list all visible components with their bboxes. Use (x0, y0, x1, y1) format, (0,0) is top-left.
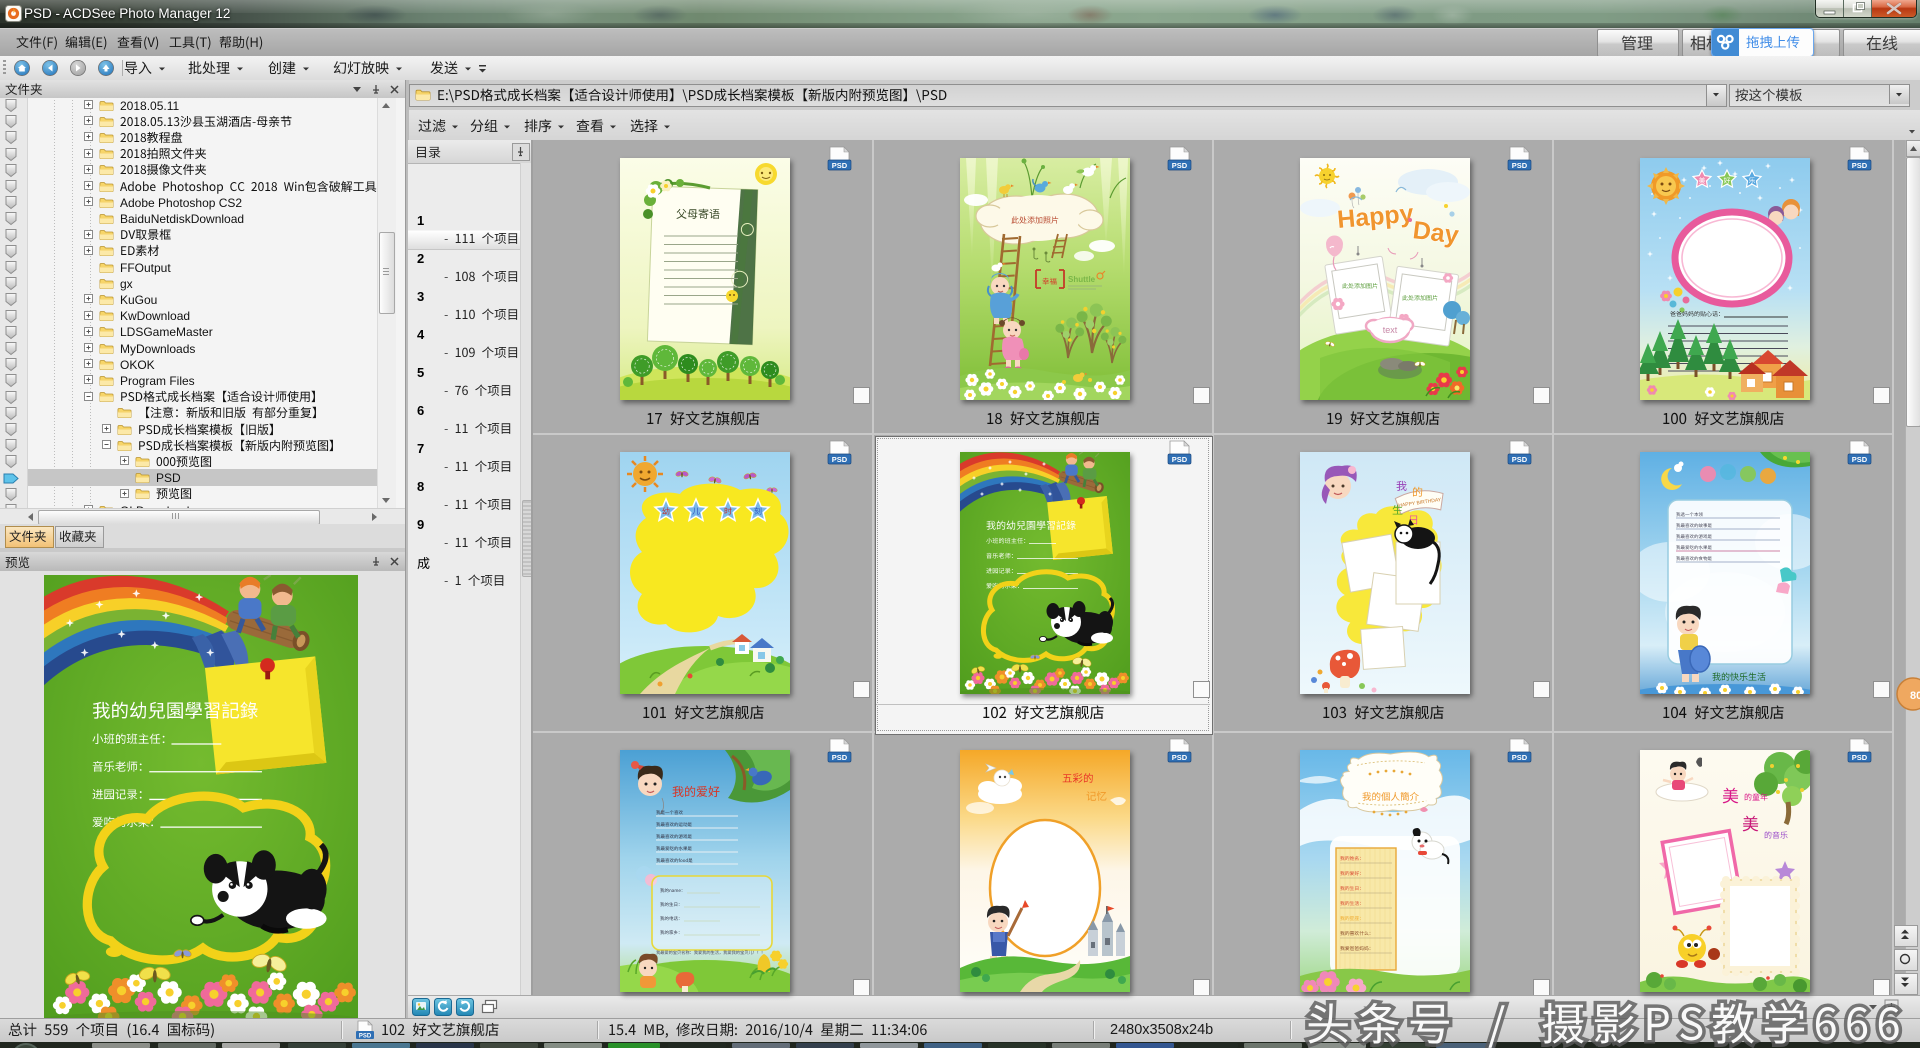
svg-text:PSD: PSD (1172, 753, 1188, 762)
svg-text:PSD: PSD (359, 1034, 372, 1040)
svg-text:80: 80 (1910, 690, 1920, 702)
svg-text:Day: Day (1411, 216, 1460, 249)
svg-text:PSD: PSD (832, 161, 848, 170)
svg-text:PSD: PSD (832, 455, 848, 464)
svg-text:PSD: PSD (1512, 753, 1528, 762)
svg-text:text: text (1383, 325, 1398, 335)
svg-text:PSD: PSD (1172, 455, 1188, 464)
svg-text:PSD: PSD (1172, 161, 1188, 170)
svg-text:PSD: PSD (1852, 455, 1868, 464)
svg-text:Shuttle: Shuttle (1068, 275, 1096, 284)
svg-text:PSD: PSD (832, 753, 848, 762)
svg-text:PSD: PSD (1852, 161, 1868, 170)
svg-text:PSD: PSD (1512, 161, 1528, 170)
svg-text:PSD: PSD (1512, 455, 1528, 464)
svg-text:PSD: PSD (1852, 753, 1868, 762)
